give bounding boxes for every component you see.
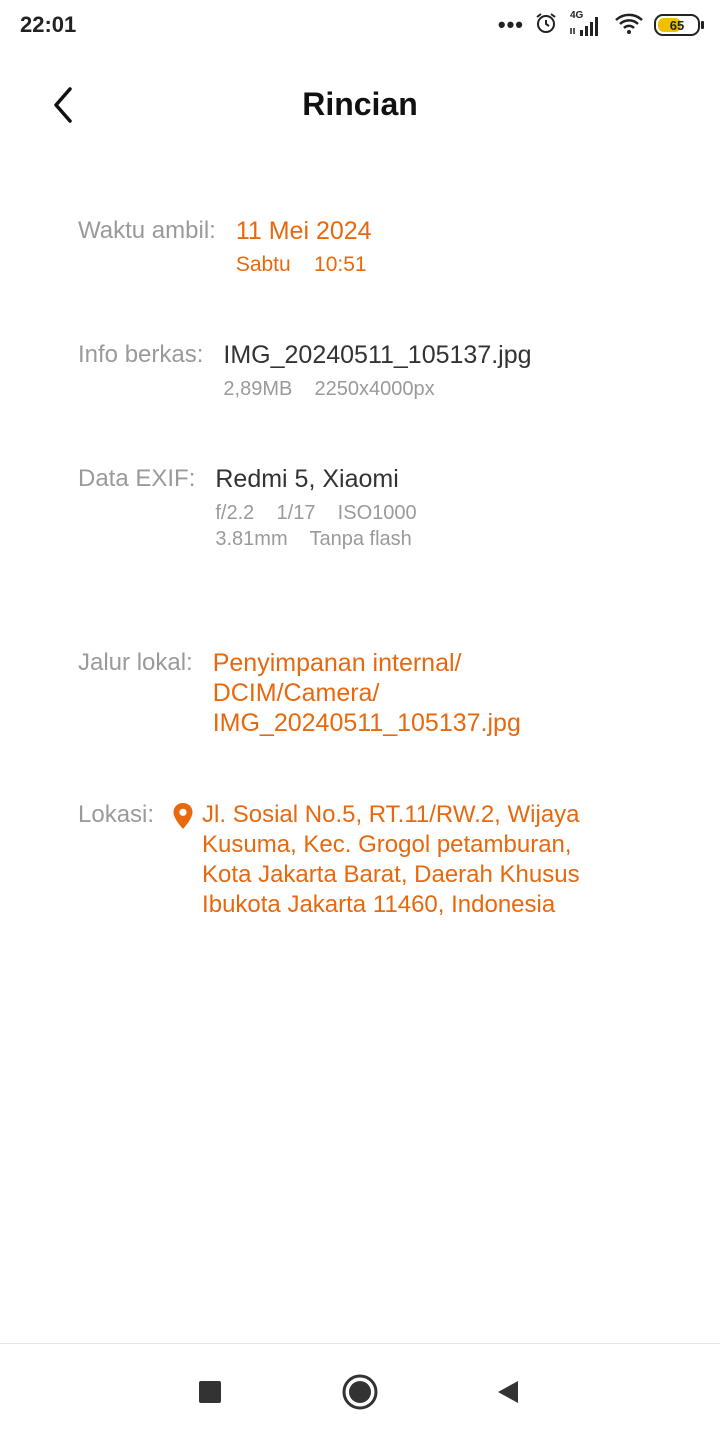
path-value[interactable]: Penyimpanan internal/ DCIM/Camera/ IMG_2… [213, 648, 521, 738]
more-notifications-icon: ••• [497, 12, 524, 37]
signal-icon: 4G [568, 10, 604, 38]
path-line3: IMG_20240511_105137.jpg [212, 709, 521, 737]
path-line1: Penyimpanan internal/ [212, 649, 462, 677]
exif-line1: f/2.2 1/17 ISO1000 [215, 502, 417, 524]
exif-device: Redmi 5, Xiaomi [215, 465, 399, 493]
nav-recents-button[interactable] [186, 1368, 234, 1416]
detail-path-row: Jalur lokal: Penyimpanan internal/ DCIM/… [78, 648, 521, 738]
taken-date: 11 Mei 2024 [235, 217, 372, 245]
status-bar: 22:01 ••• 4G 65 [0, 0, 720, 52]
status-time: 22:01 [20, 12, 77, 37]
status-icons: ••• 4G 65 [497, 10, 704, 40]
location-label: Lokasi: [78, 801, 155, 828]
file-value: IMG_20240511_105137.jpg 2,89MB 2250x4000… [223, 340, 531, 402]
wifi-icon [614, 11, 644, 40]
page-title: Rincian [302, 86, 418, 122]
alarm-icon [534, 11, 558, 40]
exif-line2: 3.81mm Tanpa flash [215, 528, 412, 550]
location-address: Jl. Sosial No.5, RT.11/RW.2, Wijaya Kusu… [202, 801, 580, 918]
path-label: Jalur lokal: [78, 649, 193, 676]
nav-back-button[interactable] [484, 1368, 532, 1416]
file-name: IMG_20240511_105137.jpg [223, 341, 532, 369]
taken-label: Waktu ambil: [78, 217, 216, 244]
file-meta: 2,89MB 2250x4000px [223, 378, 435, 400]
detail-file-row: Info berkas: IMG_20240511_105137.jpg 2,8… [78, 340, 532, 402]
detail-taken-row: Waktu ambil: 11 Mei 2024 Sabtu 10:51 [78, 216, 372, 278]
file-label: Info berkas: [78, 341, 204, 368]
path-line2: DCIM/Camera/ [212, 679, 380, 707]
exif-label: Data EXIF: [78, 465, 196, 492]
taken-day-time: Sabtu 10:51 [235, 253, 367, 276]
battery-percent: 65 [669, 17, 685, 33]
taken-value: 11 Mei 2024 Sabtu 10:51 [236, 216, 372, 278]
battery-icon: 65 [654, 14, 704, 36]
navigation-bar [0, 1343, 720, 1440]
square-icon [199, 1381, 221, 1403]
exif-value: Redmi 5, Xiaomi f/2.2 1/17 ISO1000 3.81m… [215, 464, 416, 552]
header: Rincian [0, 70, 720, 140]
location-value[interactable]: Jl. Sosial No.5, RT.11/RW.2, Wijaya Kusu… [172, 800, 622, 920]
detail-exif-row: Data EXIF: Redmi 5, Xiaomi f/2.2 1/17 IS… [78, 464, 417, 552]
triangle-left-icon [498, 1381, 518, 1403]
map-pin-icon [172, 802, 194, 920]
nav-home-button[interactable] [336, 1368, 384, 1416]
circle-icon [342, 1374, 378, 1410]
detail-location-row: Lokasi: Jl. Sosial No.5, RT.11/RW.2, Wij… [78, 800, 622, 920]
